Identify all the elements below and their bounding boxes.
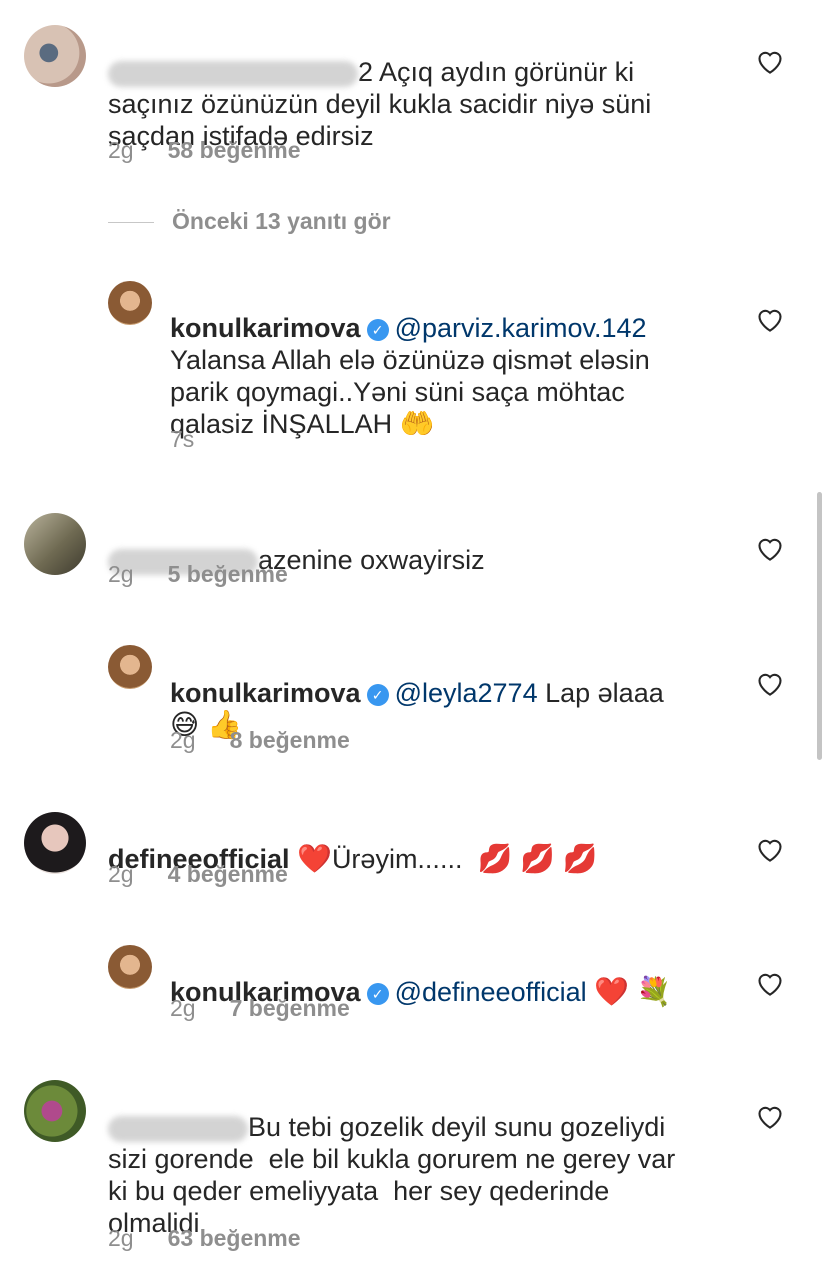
like-count[interactable]: 7 beğenme	[230, 995, 350, 1021]
comment-time: 2g	[108, 561, 134, 587]
reply-meta: 7s	[170, 426, 228, 453]
comment-text: 2 Açıq aydın görünür ki saçınız özünüzün…	[108, 57, 652, 151]
heart-outline-icon[interactable]	[756, 836, 784, 862]
like-count[interactable]: 5 beğenme	[168, 561, 288, 587]
avatar[interactable]	[108, 645, 152, 689]
kiss-emoji: 💋 💋 💋	[477, 843, 598, 874]
avatar[interactable]	[24, 513, 86, 575]
reply-text: konulkarimova ✓ @parviz.karimov.142 Yalans…	[170, 313, 650, 439]
comment-meta: 2g 63 beğenme	[108, 1225, 301, 1252]
mention-link[interactable]: @parviz.karimov.142	[395, 313, 647, 343]
emoji: 🤲	[399, 408, 435, 439]
view-replies-button[interactable]: Önceki 13 yanıtı gör	[108, 208, 391, 235]
comment-meta: 2g 5 beğenme	[108, 561, 288, 588]
comment-time: 2g	[108, 861, 134, 887]
hidden-username	[108, 60, 358, 87]
scrollbar[interactable]	[817, 492, 822, 760]
like-count[interactable]: 4 beğenme	[168, 861, 288, 887]
comment-text: Bu tebi gozelik deyil sunu gozeliydi siz…	[108, 1112, 676, 1238]
heart-outline-icon[interactable]	[756, 48, 784, 74]
heart-outline-icon[interactable]	[756, 1103, 784, 1129]
comment-meta: 2g 4 beğenme	[108, 861, 288, 888]
comment-time: 2g	[108, 1225, 134, 1251]
hidden-username	[108, 1115, 248, 1142]
reply-time: 2g	[170, 995, 196, 1021]
reply-time: 2g	[170, 727, 196, 753]
heart-outline-icon[interactable]	[756, 306, 784, 332]
avatar[interactable]	[24, 812, 86, 874]
verified-badge-icon: ✓	[366, 983, 389, 1005]
avatar[interactable]	[108, 281, 152, 325]
avatar[interactable]	[24, 1080, 86, 1142]
verified-badge-icon: ✓	[366, 319, 389, 341]
mention-link[interactable]: @defineeofficial	[395, 977, 587, 1007]
like-count[interactable]: 58 beğenme	[168, 137, 301, 163]
divider	[108, 222, 154, 224]
reply-username[interactable]: konulkarimova	[170, 313, 361, 343]
heart-outline-icon[interactable]	[756, 970, 784, 996]
like-count[interactable]: 8 beğenme	[230, 727, 350, 753]
like-count[interactable]: 63 beğenme	[168, 1225, 301, 1251]
comment-meta: 2g 58 beğenme	[108, 137, 301, 164]
avatar[interactable]	[24, 25, 86, 87]
emoji: ❤️ 💐	[594, 976, 672, 1007]
comment-time: 2g	[108, 137, 134, 163]
avatar[interactable]	[108, 945, 152, 989]
reply-time: 7s	[170, 426, 195, 452]
heart-outline-icon[interactable]	[756, 670, 784, 696]
mention-link[interactable]: @leyla2774	[395, 678, 538, 708]
verified-badge-icon: ✓	[366, 684, 389, 706]
reply-meta: 2g 8 beğenme	[170, 727, 350, 754]
heart-emoji: ❤️	[297, 843, 332, 874]
reply-meta: 2g 7 beğenme	[170, 995, 350, 1022]
heart-outline-icon[interactable]	[756, 535, 784, 561]
reply-username[interactable]: konulkarimova	[170, 678, 361, 708]
